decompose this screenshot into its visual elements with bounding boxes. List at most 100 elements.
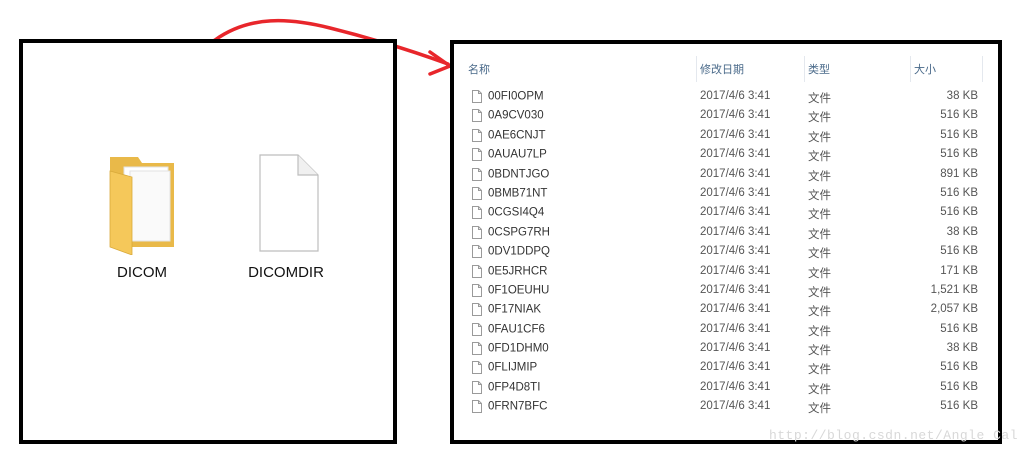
folder-view-panel: DICOM DICOMDIR xyxy=(19,39,397,444)
file-size: 516 KB xyxy=(940,245,978,258)
file-icon xyxy=(472,225,482,239)
file-icon xyxy=(472,186,482,200)
file-name-cell: 0FAU1CF6 xyxy=(472,322,545,336)
file-icon xyxy=(472,342,482,356)
file-icon xyxy=(259,154,319,252)
column-header-type[interactable]: 类型 xyxy=(808,61,830,77)
file-type: 文件 xyxy=(808,267,831,280)
file-row[interactable]: 0E5JRHCR 2017/4/6 3:41 文件 171 KB xyxy=(468,263,988,282)
column-divider[interactable] xyxy=(982,56,983,82)
file-date: 2017/4/6 3:41 xyxy=(700,148,771,161)
file-name-cell: 0BDNTJGO xyxy=(472,167,549,181)
file-row[interactable]: 0FP4D8TI 2017/4/6 3:41 文件 516 KB xyxy=(468,379,988,398)
dicomdir-file[interactable]: DICOMDIR xyxy=(231,151,341,281)
file-name-cell: 0AE6CNJT xyxy=(472,128,546,142)
file-date: 2017/4/6 3:41 xyxy=(700,264,771,277)
file-type: 文件 xyxy=(808,306,831,319)
file-type: 文件 xyxy=(808,383,831,396)
file-size: 516 KB xyxy=(940,206,978,219)
file-type: 文件 xyxy=(808,209,831,222)
file-icon xyxy=(472,128,482,142)
file-name: 0AE6CNJT xyxy=(488,129,546,142)
file-date: 2017/4/6 3:41 xyxy=(700,186,771,199)
column-header-size[interactable]: 大小 xyxy=(914,61,936,77)
column-header-date[interactable]: 修改日期 xyxy=(700,61,744,77)
file-icon xyxy=(472,264,482,278)
column-divider[interactable] xyxy=(696,56,697,82)
file-list: 00FI0OPM 2017/4/6 3:41 文件 38 KB 0A9CV030 2017… xyxy=(468,88,988,418)
file-size: 171 KB xyxy=(940,264,978,277)
file-name-cell: 0FLIJMIP xyxy=(472,361,538,375)
file-row[interactable]: 0A9CV030 2017/4/6 3:41 文件 516 KB xyxy=(468,107,988,126)
file-type: 文件 xyxy=(808,93,831,105)
file-row[interactable]: 0AE6CNJT 2017/4/6 3:41 文件 516 KB xyxy=(468,127,988,146)
file-type: 文件 xyxy=(808,189,831,202)
file-row[interactable]: 0FRN7BFC 2017/4/6 3:41 文件 516 KB xyxy=(468,398,988,417)
file-type: 文件 xyxy=(808,248,831,261)
file-date: 2017/4/6 3:41 xyxy=(700,109,771,122)
file-row[interactable]: 0BDNTJGO 2017/4/6 3:41 文件 891 KB xyxy=(468,166,988,185)
file-date: 2017/4/6 3:41 xyxy=(700,225,771,238)
column-divider[interactable] xyxy=(910,56,911,82)
file-date: 2017/4/6 3:41 xyxy=(700,128,771,141)
file-icon xyxy=(472,167,482,181)
file-name: 0E5JRHCR xyxy=(488,265,548,278)
file-row[interactable]: 0BMB71NT 2017/4/6 3:41 文件 516 KB xyxy=(468,185,988,204)
file-date: 2017/4/6 3:41 xyxy=(700,245,771,258)
file-size: 516 KB xyxy=(940,322,978,335)
dicom-folder[interactable]: DICOM xyxy=(87,151,197,281)
dicomdir-file-label: DICOMDIR xyxy=(248,264,324,281)
file-row[interactable]: 0CGSI4Q4 2017/4/6 3:41 文件 516 KB xyxy=(468,204,988,223)
file-row[interactable]: 0DV1DDPQ 2017/4/6 3:41 文件 516 KB xyxy=(468,243,988,262)
file-size: 38 KB xyxy=(946,90,978,102)
file-type: 文件 xyxy=(808,345,831,358)
file-row[interactable]: 0CSPG7RH 2017/4/6 3:41 文件 38 KB xyxy=(468,224,988,243)
file-type: 文件 xyxy=(808,228,831,241)
file-row[interactable]: 0F17NIAK 2017/4/6 3:41 文件 2,057 KB xyxy=(468,301,988,320)
file-date: 2017/4/6 3:41 xyxy=(700,283,771,296)
file-size: 891 KB xyxy=(940,167,978,180)
file-name-cell: 0CGSI4Q4 xyxy=(472,206,544,220)
file-name-cell: 0FD1DHM0 xyxy=(472,342,549,356)
file-name-cell: 0FRN7BFC xyxy=(472,400,547,414)
file-type: 文件 xyxy=(808,364,831,377)
file-name: 0DV1DDPQ xyxy=(488,245,550,258)
file-name-cell: 0DV1DDPQ xyxy=(472,245,550,259)
file-date: 2017/4/6 3:41 xyxy=(700,361,771,374)
file-type: 文件 xyxy=(808,170,831,183)
file-name: 0FD1DHM0 xyxy=(488,342,549,355)
file-size: 516 KB xyxy=(940,128,978,141)
file-name-cell: 0BMB71NT xyxy=(472,186,548,200)
file-date: 2017/4/6 3:41 xyxy=(700,90,771,102)
file-name: 0FLIJMIP xyxy=(488,362,538,374)
file-row[interactable]: 0FD1DHM0 2017/4/6 3:41 文件 38 KB xyxy=(468,340,988,359)
file-name-cell: 0AUAU7LP xyxy=(472,148,547,162)
file-type: 文件 xyxy=(808,112,831,125)
column-divider[interactable] xyxy=(804,56,805,82)
file-date: 2017/4/6 3:41 xyxy=(700,342,771,355)
file-size: 2,057 KB xyxy=(930,303,978,316)
file-name: 0BMB71NT xyxy=(488,187,548,200)
file-date: 2017/4/6 3:41 xyxy=(700,206,771,219)
file-name: 0AUAU7LP xyxy=(488,148,547,161)
file-icon xyxy=(472,380,482,394)
file-icon xyxy=(472,303,482,317)
file-icon xyxy=(472,322,482,336)
file-row[interactable]: 0AUAU7LP 2017/4/6 3:41 文件 516 KB xyxy=(468,146,988,165)
column-header-name[interactable]: 名称 xyxy=(468,61,490,77)
file-row[interactable]: 0F1OEUHU 2017/4/6 3:41 文件 1,521 KB xyxy=(468,282,988,301)
file-icon xyxy=(472,283,482,297)
folder-icon xyxy=(109,157,174,256)
file-icon xyxy=(472,109,482,123)
file-type: 文件 xyxy=(808,131,831,144)
file-row[interactable]: 0FLIJMIP 2017/4/6 3:41 文件 516 KB xyxy=(468,359,988,378)
file-icon xyxy=(472,361,482,375)
file-icon xyxy=(472,148,482,162)
file-size: 516 KB xyxy=(940,361,978,374)
file-list-panel: 名称 修改日期 类型 大小 00FI0OPM 2017/4/6 3:41 文件 38 … xyxy=(450,40,1002,444)
file-row[interactable]: 0FAU1CF6 2017/4/6 3:41 文件 516 KB xyxy=(468,321,988,340)
file-date: 2017/4/6 3:41 xyxy=(700,380,771,393)
file-date: 2017/4/6 3:41 xyxy=(700,322,771,335)
file-row[interactable]: 00FI0OPM 2017/4/6 3:41 文件 38 KB xyxy=(468,88,988,107)
file-name-cell: 0F17NIAK xyxy=(472,303,541,317)
